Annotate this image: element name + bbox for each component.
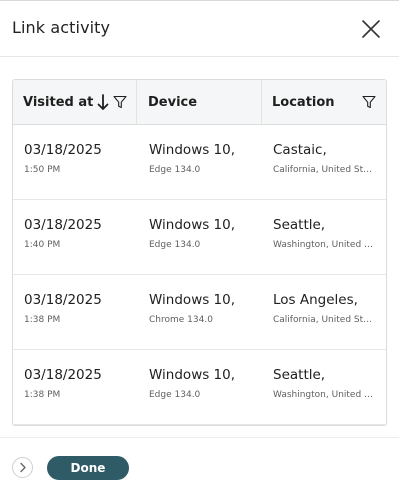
chevron-right-icon [18,458,27,477]
filter-icon[interactable] [362,95,376,109]
table-body: 03/18/2025 1:50 PM Windows 10, Edge 134.… [13,125,386,425]
location-region: Washington, United States [273,390,377,400]
device-os: Windows 10, [149,142,236,158]
done-button[interactable]: Done [47,456,129,480]
device-browser: Chrome 134.0 [149,315,213,325]
visited-at-cell: 03/18/2025 1:50 PM [13,125,137,200]
table-row[interactable]: 03/18/2025 1:38 PM Windows 10, Edge 134.… [13,350,386,425]
column-label-device: Device [148,95,198,110]
column-header-location[interactable]: Location [262,80,386,125]
device-os: Windows 10, [149,367,236,383]
table-row[interactable]: 03/18/2025 1:40 PM Windows 10, Edge 134.… [13,200,386,275]
column-header-visited-at[interactable]: Visited at [13,80,137,125]
next-button[interactable] [12,457,33,478]
visit-time: 1:40 PM [24,240,61,250]
visit-time: 1:38 PM [24,315,61,325]
device-os: Windows 10, [149,217,236,233]
activity-table: Visited at Device Location 03/18/2025 1:… [12,79,387,426]
filter-icon[interactable] [113,95,127,109]
link-activity-panel: Link activity Visited at Device Location… [0,0,399,494]
arrow-down-icon[interactable] [97,94,109,111]
device-cell: Windows 10, Edge 134.0 [137,125,262,200]
table-row[interactable]: 03/18/2025 1:50 PM Windows 10, Edge 134.… [13,125,386,200]
device-browser: Edge 134.0 [149,390,201,400]
visit-time: 1:38 PM [24,390,61,400]
device-os: Windows 10, [149,292,236,308]
visited-at-cell: 03/18/2025 1:38 PM [13,275,137,350]
visited-at-cell: 03/18/2025 1:38 PM [13,350,137,425]
visited-at-cell: 03/18/2025 1:40 PM [13,200,137,275]
panel-header: Link activity [0,1,399,57]
device-cell: Windows 10, Chrome 134.0 [137,275,262,350]
location-city: Castaic, [273,142,327,158]
location-cell: Seattle, Washington, United States [262,200,386,275]
table-row[interactable]: 03/18/2025 1:38 PM Windows 10, Chrome 13… [13,275,386,350]
column-label-visited-at: Visited at [23,95,94,110]
location-cell: Castaic, California, United States [262,125,386,200]
panel-title: Link activity [12,18,111,37]
location-cell: Los Angeles, California, United States [262,275,386,350]
visit-date: 03/18/2025 [24,292,102,308]
device-browser: Edge 134.0 [149,165,201,175]
location-cell: Seattle, Washington, United States [262,350,386,425]
device-cell: Windows 10, Edge 134.0 [137,200,262,275]
location-region: California, United States [273,165,377,175]
visit-date: 03/18/2025 [24,142,102,158]
location-city: Seattle, [273,367,326,383]
close-icon[interactable] [361,19,381,39]
device-browser: Edge 134.0 [149,240,201,250]
visit-date: 03/18/2025 [24,367,102,383]
location-city: Seattle, [273,217,326,233]
location-city: Los Angeles, [273,292,358,308]
device-cell: Windows 10, Edge 134.0 [137,350,262,425]
column-label-location: Location [272,95,335,110]
location-region: Washington, United States [273,240,377,250]
location-region: California, United States [273,315,377,325]
visit-time: 1:50 PM [24,165,61,175]
table-header: Visited at Device Location [13,80,386,125]
visit-date: 03/18/2025 [24,217,102,233]
panel-footer: Done [0,437,399,494]
column-header-device[interactable]: Device [137,80,262,125]
